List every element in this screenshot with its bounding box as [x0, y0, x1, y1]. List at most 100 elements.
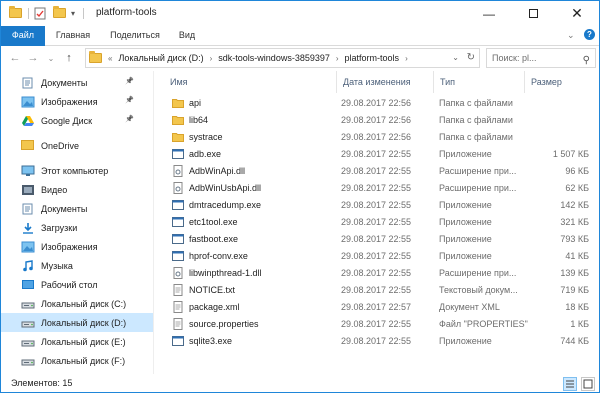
file-list: Имя Дата изменения Тип Размер api 29.08.2… — [154, 71, 599, 374]
ribbon-tabs: Файл Главная Поделиться Вид ⌄ ? — [1, 26, 599, 46]
breadcrumb-platform-tools[interactable]: platform-tools — [345, 53, 400, 63]
help-icon[interactable]: ? — [584, 29, 595, 40]
nav-item[interactable]: Изображения — [1, 237, 153, 256]
pin-icon[interactable]: 📌 — [125, 77, 134, 85]
file-row[interactable]: source.properties 29.08.2017 22:55 Файл "P… — [154, 316, 599, 332]
file-size: 744 КБ — [560, 336, 589, 346]
file-date: 29.08.2017 22:55 — [341, 183, 412, 193]
large-icons-view-button[interactable] — [581, 377, 595, 391]
forward-button[interactable]: → — [25, 50, 41, 66]
address-dropdown-icon[interactable]: ⌄ — [452, 53, 459, 62]
details-view-button[interactable] — [563, 377, 577, 391]
column-header-size[interactable]: Размер — [525, 71, 562, 93]
nav-item[interactable]: Рабочий стол — [1, 275, 153, 294]
nav-item[interactable]: Google Диск 📌 — [1, 111, 153, 130]
properties-icon[interactable] — [34, 6, 46, 20]
tab-home[interactable]: Главная — [51, 26, 95, 46]
nav-item-label: Музыка — [41, 260, 73, 271]
column-header-date[interactable]: Дата изменения — [337, 71, 411, 93]
up-button[interactable]: ↑ — [61, 50, 77, 66]
exe-icon — [172, 216, 184, 228]
documents-icon — [21, 203, 35, 215]
nav-item[interactable]: Музыка — [1, 256, 153, 275]
nav-item[interactable]: Документы — [1, 199, 153, 218]
breadcrumb-sdk-tools[interactable]: sdk-tools-windows-3859397 — [218, 53, 330, 63]
tab-share[interactable]: Поделиться — [105, 26, 165, 46]
column-header-type[interactable]: Тип — [434, 71, 455, 93]
file-row[interactable]: libwinpthread-1.dll 29.08.2017 22:55 Расши… — [154, 265, 599, 281]
file-row[interactable]: api 29.08.2017 22:56 Папка с файлами — [154, 95, 599, 111]
file-type: Папка с файлами — [439, 132, 513, 142]
search-input[interactable]: Поиск: pl... ⚲ — [486, 48, 596, 68]
recent-locations-button[interactable]: ⌄ — [43, 50, 59, 66]
file-row[interactable]: AdbWinApi.dll 29.08.2017 22:55 Расширение … — [154, 163, 599, 179]
nav-item[interactable]: Загрузки — [1, 218, 153, 237]
back-arrow-icon: ← — [9, 52, 21, 64]
pictures-icon — [21, 241, 35, 253]
breadcrumb-separator-icon[interactable]: › — [336, 54, 339, 63]
back-button[interactable]: ← — [7, 50, 23, 66]
nav-item-label: Локальный диск (E:) — [41, 336, 126, 347]
file-row[interactable]: sqlite3.exe 29.08.2017 22:55 Приложение 744… — [154, 333, 599, 349]
breadcrumb-separator-icon[interactable]: › — [210, 54, 213, 63]
nav-item[interactable]: Локальный диск (D:) — [1, 313, 153, 332]
file-size: 1 КБ — [570, 319, 589, 329]
exe-icon — [172, 250, 184, 262]
new-folder-icon[interactable] — [53, 6, 66, 20]
item-count: Элементов: 15 — [11, 378, 73, 388]
expand-ribbon-icon[interactable]: ⌄ — [567, 30, 575, 41]
column-header-name[interactable]: Имя — [164, 71, 188, 93]
address-bar[interactable]: « Локальный диск (D:) › sdk-tools-window… — [85, 48, 480, 68]
exe-icon — [172, 148, 184, 160]
tab-file[interactable]: Файл — [1, 26, 45, 46]
close-icon: ✕ — [571, 5, 583, 21]
nav-item[interactable]: Локальный диск (E:) — [1, 332, 153, 351]
pin-icon[interactable]: 📌 — [125, 115, 134, 123]
nav-item[interactable]: Локальный диск (F:) — [1, 351, 153, 370]
nav-item[interactable]: Локальный диск (C:) — [1, 294, 153, 313]
maximize-button[interactable] — [511, 1, 555, 26]
breadcrumb-separator-icon[interactable]: › — [405, 54, 408, 63]
file-size — [529, 129, 589, 145]
file-name: NOTICE.txt — [189, 285, 236, 295]
file-type: Папка с файлами — [439, 115, 513, 125]
app-folder-icon — [9, 6, 22, 20]
nav-item[interactable]: Видео — [1, 180, 153, 199]
address-overflow[interactable]: « — [108, 54, 112, 63]
tab-view[interactable]: Вид — [173, 26, 201, 46]
close-button[interactable]: ✕ — [555, 1, 599, 26]
breadcrumb-drive-d[interactable]: Локальный диск (D:) — [118, 53, 203, 63]
file-row[interactable]: adb.exe 29.08.2017 22:55 Приложение 1 507 К… — [154, 146, 599, 162]
nav-item[interactable]: Изображения 📌 — [1, 92, 153, 111]
file-name: systrace — [189, 132, 223, 142]
folder-icon — [172, 114, 184, 126]
file-row[interactable]: package.xml 29.08.2017 22:57 Документ XML 1… — [154, 299, 599, 315]
txt-icon — [172, 284, 184, 296]
file-type: Приложение — [439, 234, 492, 244]
file-row[interactable]: dmtracedump.exe 29.08.2017 22:55 Приложени… — [154, 197, 599, 213]
file-row[interactable]: lib64 29.08.2017 22:56 Папка с файлами — [154, 112, 599, 128]
file-row[interactable]: systrace 29.08.2017 22:56 Папка с файлами — [154, 129, 599, 145]
customize-quick-access-icon[interactable]: ▾ — [71, 6, 75, 20]
file-row[interactable]: NOTICE.txt 29.08.2017 22:55 Текстовый доку… — [154, 282, 599, 298]
file-row[interactable]: fastboot.exe 29.08.2017 22:55 Приложение 79… — [154, 231, 599, 247]
file-row[interactable]: etc1tool.exe 29.08.2017 22:55 Приложение 32… — [154, 214, 599, 230]
file-row[interactable]: AdbWinUsbApi.dll 29.08.2017 22:55 Расширен… — [154, 180, 599, 196]
minimize-button[interactable]: — — [467, 1, 511, 26]
nav-item[interactable]: Документы 📌 — [1, 73, 153, 92]
dll-icon — [172, 165, 184, 177]
dll-icon — [172, 182, 184, 194]
search-icon: ⚲ — [582, 55, 590, 66]
file-size — [529, 95, 589, 111]
refresh-icon[interactable]: ↻ — [467, 52, 475, 63]
nav-item-label: Локальный диск (C:) — [41, 298, 127, 309]
nav-item[interactable]: OneDrive — [1, 136, 153, 155]
nav-item-label: Загрузки — [41, 222, 78, 233]
nav-item[interactable]: Этот компьютер — [1, 161, 153, 180]
file-size: 793 КБ — [560, 234, 589, 244]
pin-icon[interactable]: 📌 — [125, 96, 134, 104]
file-row[interactable]: hprof-conv.exe 29.08.2017 22:55 Приложение… — [154, 248, 599, 264]
file-date: 29.08.2017 22:55 — [341, 336, 412, 346]
details-view-icon — [566, 380, 574, 388]
file-type: Приложение — [439, 251, 492, 261]
